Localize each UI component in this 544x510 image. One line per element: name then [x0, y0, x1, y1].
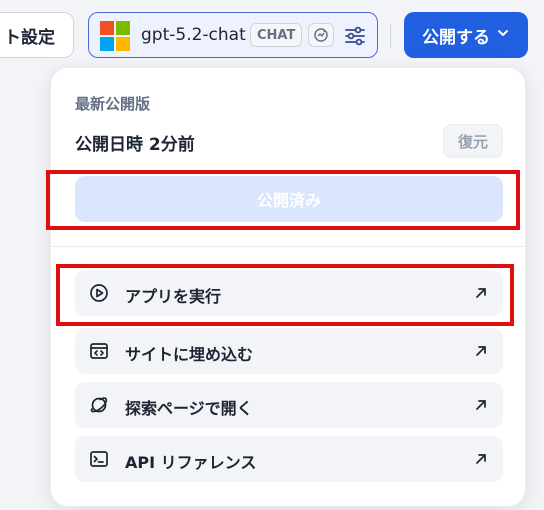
- menu-item-label: アプリを実行: [125, 287, 222, 306]
- planet-icon: [89, 395, 109, 415]
- arrow-up-right-icon: [473, 397, 489, 413]
- chevron-down-icon: [496, 25, 510, 45]
- vision-icon: [308, 23, 334, 47]
- terminal-icon: [89, 449, 109, 469]
- model-name: gpt-5.2-chat: [141, 25, 246, 45]
- menu-item-explore[interactable]: 探索ページで開く: [75, 382, 503, 428]
- menu-item-api-reference[interactable]: API リファレンス: [75, 436, 503, 482]
- arrow-up-right-icon: [473, 343, 489, 359]
- model-selector[interactable]: gpt-5.2-chat CHAT: [88, 12, 378, 58]
- published-button[interactable]: 公開済み: [75, 176, 503, 222]
- toolbar-divider: [390, 24, 391, 48]
- menu-item-label: API リファレンス: [125, 453, 257, 472]
- top-toolbar: ト設定 gpt-5.2-chat CHAT 公開する: [0, 0, 544, 72]
- settings-button[interactable]: ト設定: [0, 12, 74, 58]
- play-circle-icon: [89, 283, 109, 303]
- restore-button-label: 復元: [457, 132, 488, 151]
- latest-version-label: 最新公開版: [75, 95, 151, 113]
- publish-button-label: 公開する: [422, 27, 490, 48]
- divider: [51, 246, 527, 247]
- menu-item-run-app[interactable]: アプリを実行: [75, 270, 503, 316]
- restore-button[interactable]: 復元: [443, 124, 503, 158]
- menu-item-embed[interactable]: サイトに埋め込む: [75, 328, 503, 374]
- arrow-up-right-icon: [473, 285, 489, 301]
- menu-item-label: 探索ページで開く: [125, 399, 253, 418]
- model-type-badge: CHAT: [250, 23, 303, 47]
- microsoft-logo-icon: [100, 21, 130, 51]
- settings-button-label: ト設定: [4, 27, 55, 48]
- embed-code-icon: [89, 341, 109, 361]
- menu-item-label: サイトに埋め込む: [125, 345, 254, 364]
- tune-icon[interactable]: [343, 24, 367, 48]
- arrow-up-right-icon: [473, 451, 489, 467]
- published-button-label: 公開済み: [256, 191, 321, 210]
- publish-button[interactable]: 公開する: [404, 12, 528, 58]
- publish-dropdown: 最新公開版 公開日時 2分前 復元 公開済み アプリを実行 サイトに埋め込む 探…: [50, 67, 527, 507]
- publish-time: 公開日時 2分前: [75, 135, 195, 155]
